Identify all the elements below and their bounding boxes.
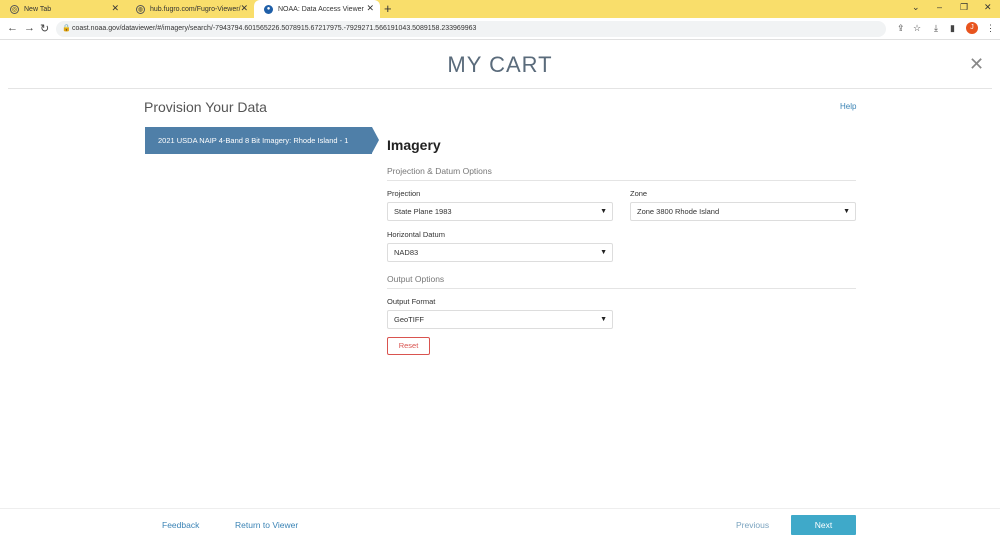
globe-icon: ◍ [136, 4, 145, 14]
address-bar-row: ← → ↻ 🔒 coast.noaa.gov/dataviewer/#/imag… [0, 18, 1000, 40]
chevron-down-icon: ▼ [600, 316, 607, 323]
download-icon[interactable]: ⤓ [934, 23, 938, 34]
menu-kebab-icon[interactable]: ⋮ [986, 23, 995, 34]
divider [8, 88, 992, 89]
tab-title: NOAA: Data Access Viewer [278, 5, 364, 13]
chevron-down-icon: ▼ [600, 249, 607, 256]
zone-select[interactable]: Zone 3800 Rhode Island ▼ [630, 202, 856, 221]
next-button[interactable]: Next [791, 515, 856, 535]
footer-divider [0, 508, 1000, 509]
zone-label: Zone [630, 189, 648, 198]
cart-item-selected[interactable]: 2021 USDA NAIP 4-Band 8 Bit Imagery: Rho… [145, 127, 372, 154]
feedback-link[interactable]: Feedback [162, 520, 199, 530]
back-icon[interactable]: ← [7, 22, 18, 34]
selected-arrow [372, 127, 379, 153]
output-format-value: GeoTIFF [394, 315, 425, 324]
divider [387, 288, 856, 289]
tab-fugro[interactable]: ◍ hub.fugro.com/Fugro-Viewer/ ✕ [126, 0, 254, 18]
divider [387, 180, 856, 181]
browser-tab-bar: ◎ New Tab ✕ ◍ hub.fugro.com/Fugro-Viewer… [0, 0, 1000, 18]
projection-value: State Plane 1983 [394, 207, 452, 216]
share-icon[interactable]: ⇪ [897, 23, 905, 34]
lock-icon: 🔒 [62, 25, 71, 32]
tab-title: New Tab [24, 5, 52, 13]
minimize-icon[interactable]: – [937, 2, 942, 12]
close-tab-icon[interactable]: ✕ [366, 3, 374, 14]
url-field[interactable]: 🔒 coast.noaa.gov/dataviewer/#/imagery/se… [56, 21, 886, 37]
tab-noaa[interactable]: ● NOAA: Data Access Viewer ✕ [254, 0, 380, 18]
forward-icon[interactable]: → [24, 22, 35, 34]
tab-new-tab[interactable]: ◎ New Tab ✕ [0, 0, 125, 18]
bookmark-star-icon[interactable]: ☆ [913, 23, 921, 34]
chrome-icon: ◎ [10, 4, 19, 14]
horizontal-datum-label: Horizontal Datum [387, 230, 445, 239]
output-format-select[interactable]: GeoTIFF ▼ [387, 310, 613, 329]
output-section-title: Output Options [387, 274, 445, 284]
noaa-icon: ● [264, 4, 273, 14]
projection-select[interactable]: State Plane 1983 ▼ [387, 202, 613, 221]
close-window-icon[interactable]: ✕ [984, 2, 992, 13]
sidebar-icon[interactable]: ▮ [950, 23, 955, 34]
chevron-down-icon: ▼ [600, 208, 607, 215]
reset-button[interactable]: Reset [387, 337, 430, 355]
chevron-down-icon: ▼ [843, 208, 850, 215]
profile-avatar[interactable]: J [966, 22, 978, 34]
close-tab-icon[interactable]: ✕ [111, 3, 119, 14]
return-to-viewer-link[interactable]: Return to Viewer [235, 520, 298, 530]
maximize-icon[interactable]: ❐ [960, 2, 968, 13]
help-link[interactable]: Help [840, 102, 856, 111]
projection-section-title: Projection & Datum Options [387, 166, 492, 176]
close-icon[interactable]: ✕ [969, 54, 984, 75]
previous-button[interactable]: Previous [736, 520, 769, 530]
provision-heading: Provision Your Data [144, 99, 267, 115]
zone-value: Zone 3800 Rhode Island [637, 207, 720, 216]
output-format-label: Output Format [387, 297, 436, 306]
new-tab-icon[interactable]: + [384, 1, 392, 16]
tab-search-icon[interactable]: ⌄ [912, 2, 920, 13]
url-text: coast.noaa.gov/dataviewer/#/imagery/sear… [72, 25, 477, 32]
horizontal-datum-select[interactable]: NAD83 ▼ [387, 243, 613, 262]
tab-title: hub.fugro.com/Fugro-Viewer/ [150, 5, 241, 13]
reload-icon[interactable]: ↻ [40, 22, 49, 35]
detail-heading: Imagery [387, 137, 441, 153]
projection-label: Projection [387, 189, 421, 198]
horizontal-datum-value: NAD83 [394, 248, 419, 257]
page-title: MY CART [447, 52, 553, 77]
close-tab-icon[interactable]: ✕ [240, 3, 248, 14]
